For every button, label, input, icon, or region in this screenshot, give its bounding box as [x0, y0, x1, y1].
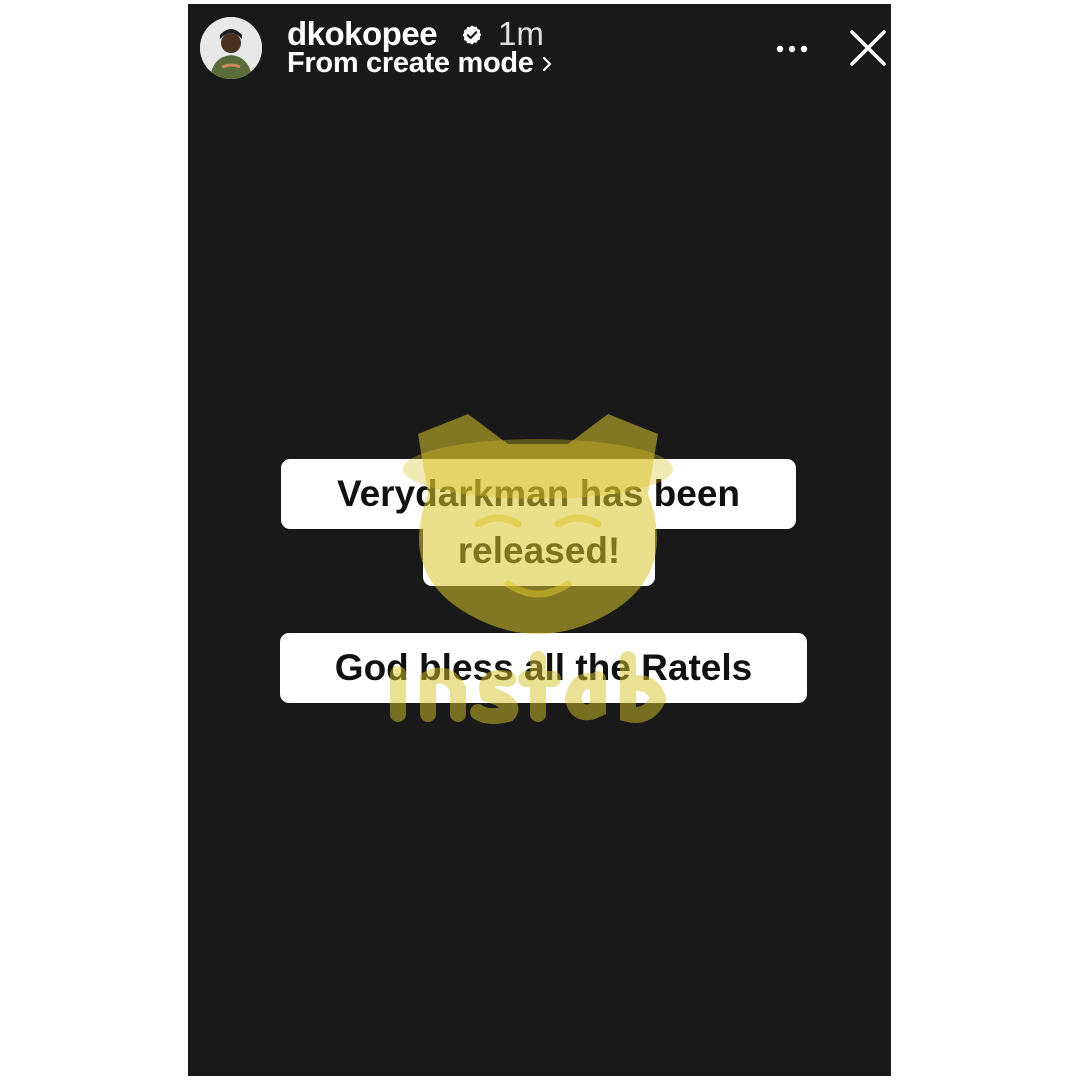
more-options-icon[interactable]	[774, 34, 810, 64]
story-viewer: dkokopee 1m From create mode Verydarkman…	[188, 4, 891, 1076]
chevron-right-icon	[542, 56, 551, 71]
verified-badge-icon	[462, 25, 482, 45]
close-icon[interactable]	[848, 28, 888, 68]
avatar-image	[200, 17, 262, 79]
profile-avatar[interactable]	[200, 17, 262, 79]
story-text-line-2: released!	[423, 516, 655, 586]
story-text-line-3: God bless all the Ratels	[280, 633, 807, 703]
create-mode-label: From create mode	[287, 47, 534, 79]
create-mode-link[interactable]: From create mode	[287, 47, 554, 80]
